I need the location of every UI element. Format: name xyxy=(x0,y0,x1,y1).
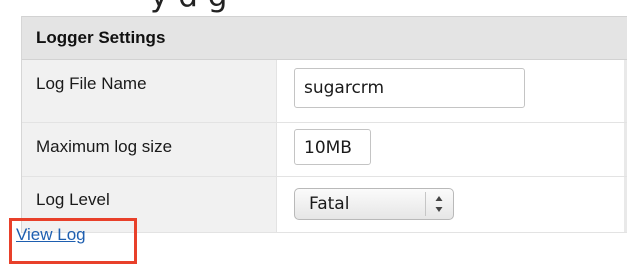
max-log-size-row: Maximum log size 10MB xyxy=(22,123,627,177)
log-file-name-label: Log File Name xyxy=(22,60,276,122)
max-log-size-input[interactable]: 10MB xyxy=(294,129,371,165)
log-level-cell: Fatal xyxy=(276,177,627,232)
log-file-name-input[interactable]: sugarcrm xyxy=(294,68,525,108)
max-log-size-cell: 10MB xyxy=(276,123,627,176)
log-level-selected-value: Fatal xyxy=(309,194,350,214)
select-divider xyxy=(425,192,426,216)
updown-arrows-icon xyxy=(435,196,443,212)
page-heading-fragment: y d g xyxy=(150,0,227,14)
max-log-size-label: Maximum log size xyxy=(22,123,276,176)
highlight-annotation-box xyxy=(9,218,137,264)
log-file-name-cell: sugarcrm xyxy=(276,60,627,122)
panel-title: Logger Settings xyxy=(36,28,166,47)
log-file-name-row: Log File Name sugarcrm xyxy=(22,60,627,123)
panel-header: Logger Settings xyxy=(22,16,627,60)
log-level-select[interactable]: Fatal xyxy=(294,188,454,220)
logger-settings-panel: Logger Settings Log File Name sugarcrm M… xyxy=(21,16,627,233)
